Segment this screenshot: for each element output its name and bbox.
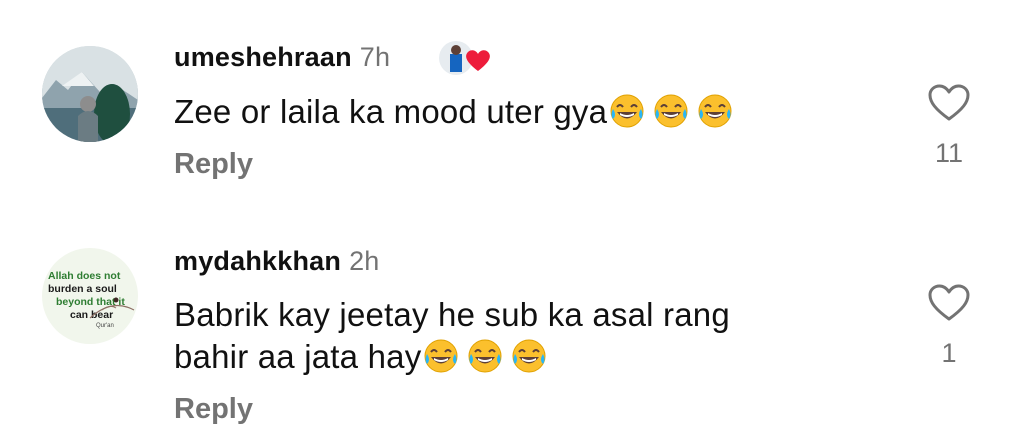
reply-button[interactable]: Reply bbox=[174, 148, 253, 181]
like-count: 11 bbox=[934, 138, 964, 168]
avatar[interactable]: Allah does not burden a soul beyond that… bbox=[42, 248, 138, 344]
face-with-tears-of-joy-emoji bbox=[654, 94, 688, 128]
creator-liked-badge bbox=[438, 38, 490, 78]
comment-body: Zee or laila ka mood uter gya bbox=[174, 93, 608, 130]
comment: Allah does not burden a soul beyond that… bbox=[0, 215, 1024, 444]
username-text[interactable]: mydahkkhan bbox=[174, 246, 341, 276]
like-button[interactable] bbox=[927, 83, 971, 123]
avatar-quote-image: Allah does not burden a soul beyond that… bbox=[48, 270, 132, 330]
comment-time: 7h bbox=[359, 42, 391, 72]
avatar-text-line: burden a soul bbox=[48, 283, 117, 295]
avatar-text-line: can bear bbox=[70, 309, 114, 321]
comment-body-line: bahir aa jata hay bbox=[174, 338, 422, 375]
username-text[interactable]: umeshehraan bbox=[174, 42, 352, 72]
comment-body-line: Babrik kay jeetay he sub ka asal rang bbox=[174, 296, 730, 333]
reply-button[interactable]: Reply bbox=[174, 393, 253, 426]
avatar[interactable] bbox=[42, 46, 138, 142]
like-button[interactable] bbox=[927, 283, 971, 323]
face-with-tears-of-joy-emoji bbox=[468, 339, 502, 373]
emoji-group bbox=[423, 338, 555, 374]
comment-username[interactable]: umeshehraan 7h bbox=[174, 42, 390, 73]
heart-outline-icon bbox=[928, 84, 970, 121]
comment-text: Babrik kay jeetay he sub ka asal rang ba… bbox=[174, 294, 730, 378]
face-with-tears-of-joy-emoji bbox=[512, 339, 546, 373]
comment-username[interactable]: mydahkkhan 2h bbox=[174, 246, 380, 277]
avatar-landscape-image bbox=[42, 46, 138, 142]
avatar-text-line: Qur'an bbox=[96, 323, 114, 329]
like-count: 1 bbox=[941, 338, 957, 368]
face-with-tears-of-joy-emoji bbox=[698, 94, 732, 128]
avatar-text-line: beyond that it bbox=[56, 296, 125, 308]
face-with-tears-of-joy-emoji bbox=[424, 339, 458, 373]
comment-text: Zee or laila ka mood uter gya bbox=[174, 91, 741, 133]
emoji-group bbox=[609, 93, 741, 129]
comment-time: 2h bbox=[349, 246, 380, 276]
avatar-text-line: Allah does not bbox=[48, 270, 121, 282]
heart-outline-icon bbox=[928, 284, 970, 321]
comment: umeshehraan 7h Zee or laila ka mood uter … bbox=[0, 0, 1024, 215]
face-with-tears-of-joy-emoji bbox=[610, 94, 644, 128]
